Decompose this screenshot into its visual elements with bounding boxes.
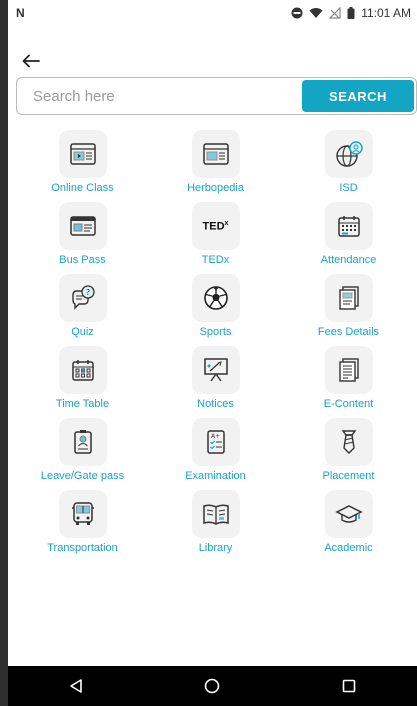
tedx-logo-sup: x (224, 219, 229, 227)
menu-item-label: ISD (339, 182, 358, 194)
graduation-cap-icon (324, 490, 373, 538)
fees-document-icon (324, 274, 373, 322)
menu-item-tedx[interactable]: TEDx TEDx (149, 202, 282, 274)
menu-item-label: Herbopedia (187, 182, 244, 194)
menu-item-fees-details[interactable]: Fees Details (282, 274, 415, 346)
menu-item-online-class[interactable]: Online Class (16, 130, 149, 202)
menu-item-label: Online Class (51, 182, 114, 194)
notice-board-icon (191, 346, 240, 394)
e-content-document-icon (324, 346, 373, 394)
tie-icon (324, 418, 373, 466)
menu-item-label: Sports (199, 326, 232, 338)
tedx-logo-icon: TEDx (191, 202, 240, 250)
notification-glyph: N (16, 6, 25, 20)
bus-pass-card-icon (58, 202, 107, 250)
menu-item-label: Time Table (55, 398, 110, 410)
menu-item-notices[interactable]: Notices (149, 346, 282, 418)
menu-item-bus-pass[interactable]: Bus Pass (16, 202, 149, 274)
menu-item-label: TEDx (201, 254, 230, 266)
exam-checklist-icon: A+ (191, 418, 240, 466)
menu-item-herbopedia[interactable]: Herbopedia (149, 130, 282, 202)
svg-text:A+: A+ (211, 433, 220, 440)
globe-user-icon (324, 130, 373, 178)
calendar-icon (324, 202, 373, 250)
menu-item-label: E-Content (323, 398, 374, 410)
video-class-icon (58, 130, 107, 178)
circle-home-icon (205, 678, 220, 694)
search-bar: SEARCH (16, 77, 417, 115)
square-recents-icon (342, 679, 356, 693)
search-button[interactable]: SEARCH (302, 80, 414, 112)
menu-item-label: Notices (197, 398, 234, 410)
menu-item-academic[interactable]: Academic (282, 490, 415, 562)
bus-icon (58, 490, 107, 538)
menu-item-label: Leave/Gate pass (40, 470, 125, 482)
menu-item-label: Library (198, 542, 233, 554)
menu-item-e-content[interactable]: E-Content (282, 346, 415, 418)
soccer-ball-icon (191, 274, 240, 322)
menu-item-label: Attendance (320, 254, 377, 266)
nav-home-button[interactable] (192, 671, 232, 701)
no-signal-icon (329, 7, 341, 19)
wifi-icon (309, 8, 323, 18)
battery-icon (347, 7, 355, 19)
menu-item-label: Fees Details (317, 326, 380, 338)
status-bar: N 11:01 AM (8, 0, 417, 26)
timetable-calendar-icon (58, 346, 107, 394)
menu-item-attendance[interactable]: Attendance (282, 202, 415, 274)
menu-item-transportation[interactable]: Transportation (16, 490, 149, 562)
menu-item-library[interactable]: Library (149, 490, 282, 562)
menu-item-quiz[interactable]: ? Quiz (16, 274, 149, 346)
search-input[interactable] (19, 81, 302, 111)
menu-item-label: Transportation (47, 542, 118, 554)
menu-item-label: Quiz (71, 326, 94, 338)
app-screen: N 11:01 AM SEARCH Online Class Herbopedi… (8, 0, 417, 706)
device-edge (0, 0, 8, 706)
back-button[interactable] (16, 48, 46, 74)
menu-item-sports[interactable]: Sports (149, 274, 282, 346)
clock: 11:01 AM (361, 6, 411, 20)
menu-item-leave-gate-pass[interactable]: Leave/Gate pass (16, 418, 149, 490)
id-badge-icon (58, 418, 107, 466)
menu-item-label: Examination (185, 470, 246, 482)
nav-recents-button[interactable] (329, 671, 369, 701)
menu-item-time-table[interactable]: Time Table (16, 346, 149, 418)
arrow-left-icon (22, 54, 40, 68)
menu-item-placement[interactable]: Placement (282, 418, 415, 490)
nav-back-button[interactable] (56, 671, 96, 701)
quiz-bubble-icon: ? (58, 274, 107, 322)
menu-item-label: Placement (322, 470, 375, 482)
menu-item-label: Academic (324, 542, 373, 554)
status-icons: 11:01 AM (291, 6, 411, 20)
menu-item-examination[interactable]: A+ Examination (149, 418, 282, 490)
menu-item-label: Bus Pass (59, 254, 106, 266)
open-book-icon (191, 490, 240, 538)
menu-item-isd[interactable]: ISD (282, 130, 415, 202)
svg-text:?: ? (85, 288, 89, 297)
do-not-disturb-icon (291, 7, 303, 19)
herbopedia-screen-icon (191, 130, 240, 178)
triangle-back-icon (70, 679, 82, 693)
system-nav-bar (8, 666, 417, 706)
tedx-logo-text: TED (202, 220, 225, 233)
menu-grid: Online Class Herbopedia ISD Bus Pass TED… (16, 130, 417, 562)
